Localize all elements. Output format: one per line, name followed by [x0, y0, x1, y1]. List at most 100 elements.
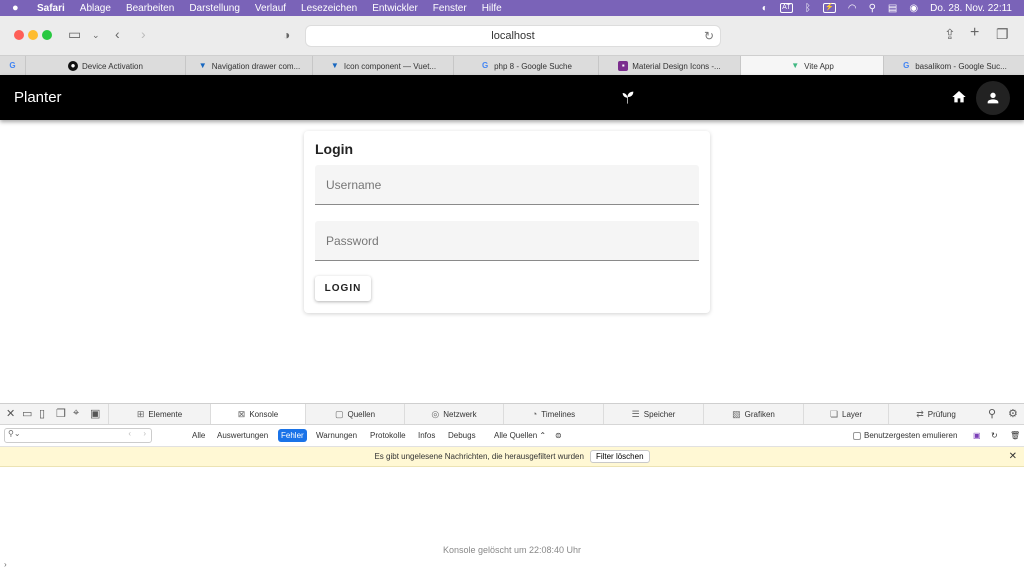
menu-bearbeiten[interactable]: Bearbeiten [126, 3, 174, 14]
menu-darstellung[interactable]: Darstellung [189, 3, 240, 14]
account-button[interactable] [976, 81, 1010, 115]
forward-arrow-icon[interactable]: › [141, 26, 146, 42]
close-notice-icon[interactable]: ✕ [1009, 451, 1017, 462]
search-icon[interactable]: ⚲ [988, 407, 996, 420]
tab-label: Vite App [804, 61, 834, 71]
battery-icon[interactable]: ⚡ [822, 3, 836, 13]
tab-konsole[interactable]: ⊠ Konsole [210, 404, 305, 424]
new-tab-icon[interactable]: + [970, 24, 979, 42]
filter-warnungen[interactable]: Warnungen [313, 429, 360, 442]
tab-material-icons[interactable]: ▪ Material Design Icons -... [599, 56, 741, 76]
password-input[interactable] [315, 221, 699, 260]
app-title: Planter [14, 89, 62, 106]
tab-quellen[interactable]: ▢ Quellen [305, 404, 404, 424]
filter-prev-icon[interactable]: ‹ [128, 429, 131, 438]
tab-basalikom-search[interactable]: G basalikom - Google Suc... [884, 56, 1024, 76]
chevron-down-icon[interactable]: ⌄ [92, 30, 100, 41]
vuetify-icon: ▼ [198, 61, 207, 70]
filter-search-icon: ⚲⌄ [8, 429, 21, 438]
password-field-container [315, 221, 699, 261]
close-window-button[interactable] [14, 30, 24, 40]
privacy-shield-icon[interactable]: ◑ [283, 28, 290, 42]
tab-timelines[interactable]: ◔ Timelines [503, 404, 603, 424]
console-filter-input[interactable]: ⚲⌄ ‹ › [4, 428, 152, 443]
reload-console-icon[interactable]: ↻ [988, 429, 1001, 442]
tab-netzwerk[interactable]: ◎ Netzwerk [404, 404, 503, 424]
share-icon[interactable]: ⇪ [944, 26, 956, 43]
clear-filters-button[interactable]: Filter löschen [589, 450, 650, 463]
tab-navigation-drawer[interactable]: ▼ Navigation drawer com... [186, 56, 313, 76]
siri-icon[interactable]: ◉ [909, 3, 918, 14]
network-filter-icon[interactable]: ⊜ [552, 429, 565, 442]
menu-app-name[interactable]: Safari [37, 3, 65, 14]
vuetify-icon: ▼ [330, 61, 339, 70]
tab-php8-search[interactable]: G php 8 - Google Suche [454, 56, 599, 76]
tab-label: Layer [842, 409, 863, 419]
element-picker-icon[interactable]: ⌖ [73, 407, 79, 420]
tab-overview-icon[interactable]: ❐ [996, 26, 1009, 43]
tab-grafiken[interactable]: ▧ Grafiken [703, 404, 803, 424]
detach-window-icon[interactable]: ❐ [56, 407, 66, 420]
tab-layer[interactable]: ❏ Layer [803, 404, 888, 424]
filter-next-icon[interactable]: › [143, 429, 146, 438]
settings-gear-icon[interactable]: ⚙ [1008, 407, 1018, 420]
menu-entwickler[interactable]: Entwickler [372, 3, 418, 14]
emulate-gestures-checkbox[interactable]: Benutzergesten emulieren [850, 429, 960, 442]
tab-device-activation[interactable]: ● Device Activation [26, 56, 186, 76]
apple-icon[interactable]: ● [12, 2, 22, 14]
login-button[interactable]: LOGIN [315, 276, 371, 301]
wifi-icon[interactable]: ◠ [848, 3, 857, 14]
tab-speicher[interactable]: ☰ Speicher [603, 404, 703, 424]
tab-label: basalikom - Google Suc... [915, 61, 1007, 71]
console-cleared-message: Konsole gelöscht um 22:08:40 Uhr [442, 545, 582, 555]
tab-elemente[interactable]: ⊞ Elemente [108, 404, 210, 424]
filter-fehler[interactable]: Fehler [278, 429, 307, 442]
home-icon[interactable] [951, 89, 967, 105]
tab-pruefung[interactable]: ⇄ Prüfung [888, 404, 983, 424]
menu-fenster[interactable]: Fenster [433, 3, 467, 14]
sidebar-toggle-icon[interactable]: ▭ [68, 26, 81, 43]
tab-google-pinned[interactable]: G [0, 56, 26, 76]
username-input[interactable] [315, 165, 699, 204]
account-icon [987, 92, 999, 104]
google-icon: G [9, 61, 16, 70]
bluetooth-icon[interactable]: ᛒ [805, 3, 811, 14]
web-inspector: ✕ ▭ ▯ ❐ ⌖ ▣ ⊞ Elemente ⊠ Konsole ▢ Quellen … [0, 403, 1024, 569]
input-source-badge[interactable]: AT [779, 3, 793, 13]
preserve-log-icon[interactable]: ▣ [970, 429, 984, 442]
address-bar-url: localhost [491, 30, 535, 42]
macos-menubar: ● Safari Ablage Bearbeiten Darstellung V… [0, 0, 1024, 16]
dock-bottom-icon[interactable]: ▭ [22, 407, 32, 420]
dock-side-icon[interactable]: ▯ [39, 407, 45, 420]
tab-label: Grafiken [744, 409, 775, 419]
menubar-clock[interactable]: Do. 28. Nov. 22:11 [930, 3, 1012, 14]
close-inspector-icon[interactable]: ✕ [6, 407, 15, 420]
reload-icon[interactable]: ↻ [704, 29, 714, 43]
minimize-window-button[interactable] [28, 30, 38, 40]
browser-toolbar: ▭ ⌄ ‹ › ◑ localhost ↻ ⇪ + ❐ [0, 16, 1024, 55]
sources-select[interactable]: Alle Quellen ⌃ [491, 429, 549, 442]
filter-infos[interactable]: Infos [415, 429, 438, 442]
tab-vite-app[interactable]: ▼ Vite App [741, 56, 884, 76]
menu-hilfe[interactable]: Hilfe [482, 3, 502, 14]
menu-ablage[interactable]: Ablage [80, 3, 111, 14]
github-icon: ● [68, 61, 79, 71]
filter-debugs[interactable]: Debugs [445, 429, 479, 442]
menu-verlauf[interactable]: Verlauf [255, 3, 286, 14]
device-settings-icon[interactable]: ▣ [90, 407, 100, 420]
sources-select-value: Alle Quellen [494, 431, 538, 440]
zoom-window-button[interactable] [42, 30, 52, 40]
menu-lesezeichen[interactable]: Lesezeichen [301, 3, 357, 14]
tray-app-icon[interactable]: ◐ [762, 3, 768, 14]
control-center-icon[interactable]: ▤ [888, 3, 897, 14]
spotlight-search-icon[interactable]: ⚲ [869, 3, 876, 14]
address-bar[interactable]: localhost ↻ [305, 25, 721, 47]
mdi-icon: ▪ [618, 61, 629, 71]
filter-auswertungen[interactable]: Auswertungen [214, 429, 271, 442]
clear-console-icon[interactable]: 🗑 [1007, 429, 1023, 442]
filter-protokolle[interactable]: Protokolle [367, 429, 409, 442]
filter-alle[interactable]: Alle [189, 429, 208, 442]
tab-icon-component[interactable]: ▼ Icon component — Vuet... [313, 56, 454, 76]
back-arrow-icon[interactable]: ‹ [115, 26, 120, 42]
timelines-icon: ◔ [531, 409, 538, 419]
